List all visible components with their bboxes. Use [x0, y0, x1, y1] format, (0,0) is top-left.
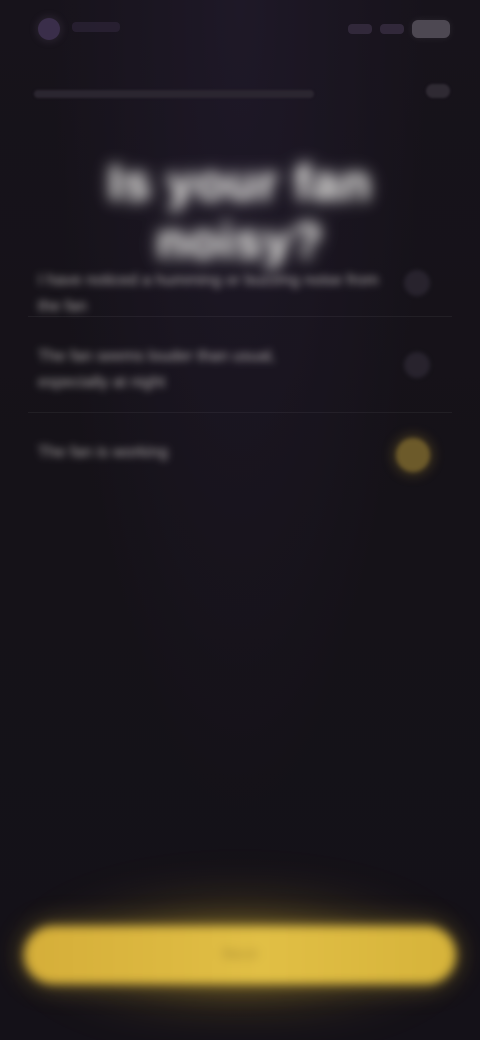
question-option-selected[interactable]: The fan is working [28, 424, 452, 486]
radio-icon[interactable] [404, 352, 430, 378]
status-text [72, 22, 120, 32]
status-bar [0, 0, 480, 62]
wifi-icon [380, 24, 404, 34]
page-title: Is your fan noisy? [108, 154, 372, 269]
progress-track [34, 90, 314, 98]
status-icons [348, 20, 450, 38]
app-icon [38, 18, 60, 40]
radio-icon[interactable] [404, 270, 430, 296]
question-list: I have noticed a humming or buzzing nois… [28, 250, 452, 490]
next-button[interactable]: Next [24, 926, 456, 984]
question-text: The fan is working [38, 444, 168, 461]
progress-header [34, 82, 450, 102]
battery-icon [412, 20, 450, 38]
signal-icon [348, 24, 372, 34]
question-option[interactable]: I have noticed a humming or buzzing nois… [28, 250, 452, 317]
selected-radio-icon[interactable] [396, 438, 430, 472]
next-button-label: Next [222, 946, 258, 963]
close-icon[interactable] [426, 84, 450, 98]
question-text: I have noticed a humming or buzzing nois… [38, 272, 384, 315]
app-screen: Is your fan noisy? I have noticed a humm… [0, 0, 480, 1040]
question-option[interactable]: The fan seems louder than usual, especia… [28, 326, 452, 413]
question-text: The fan seems louder than usual, especia… [38, 348, 276, 391]
